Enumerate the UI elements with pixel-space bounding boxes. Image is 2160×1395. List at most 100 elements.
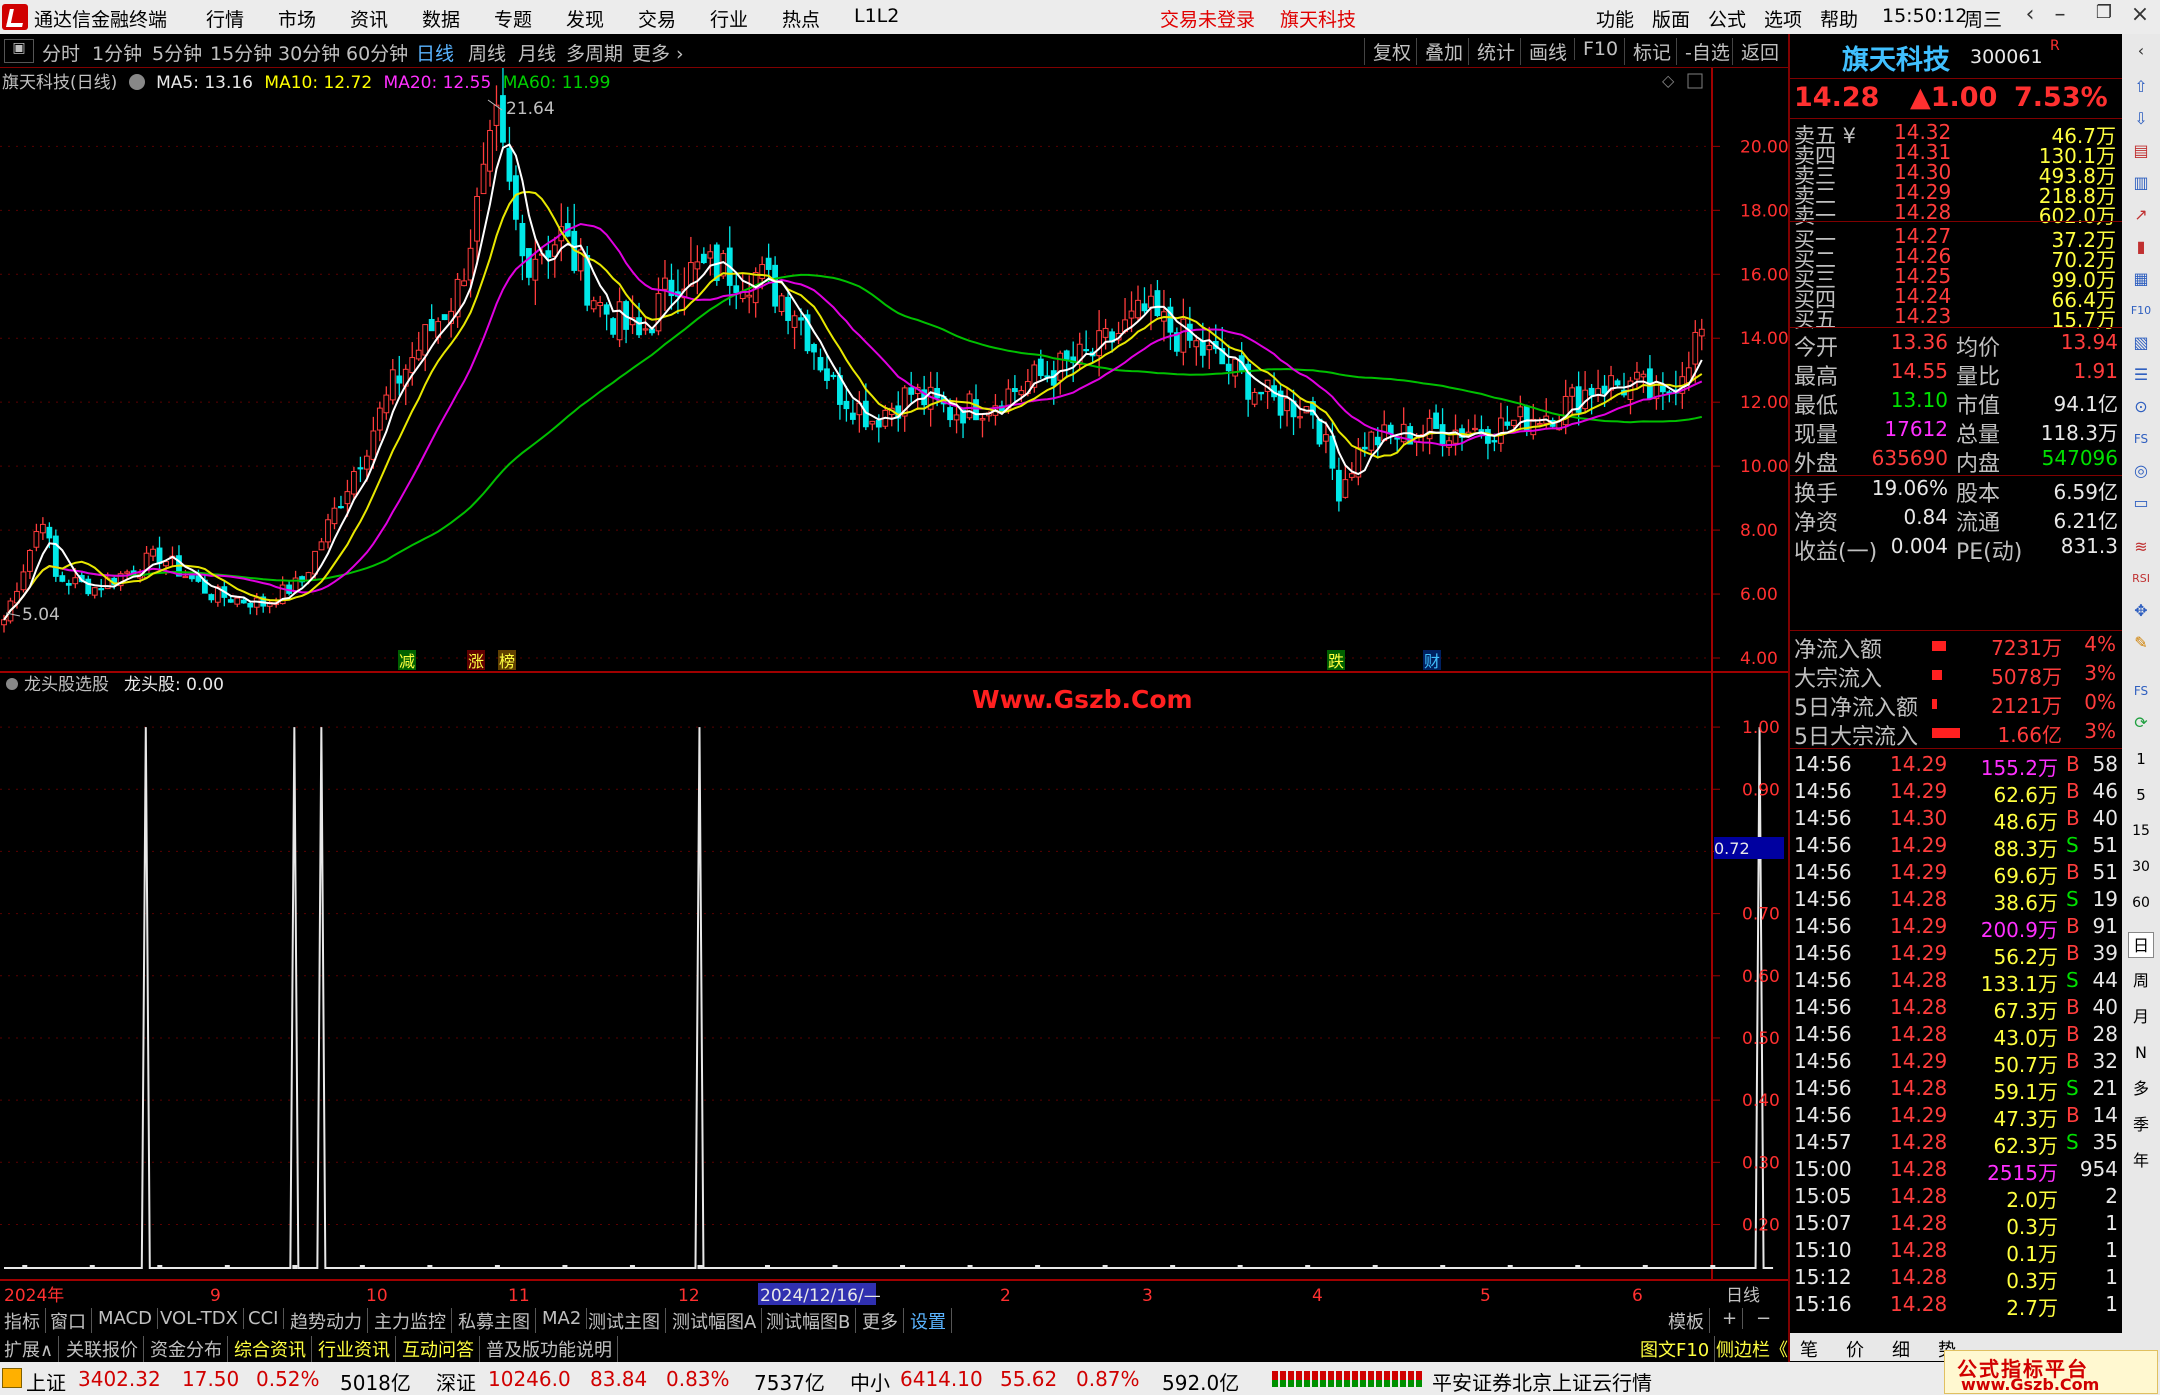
period-60m-icon[interactable]: 60 [2128, 890, 2154, 916]
minimize-icon[interactable]: – [2044, 2, 2076, 32]
tab-fund-dist[interactable]: 资金分布 [150, 1336, 228, 1362]
chart-panel-icon[interactable] [1687, 73, 1703, 89]
search-icon[interactable]: ⊙ [2128, 394, 2154, 420]
back-arrow-icon[interactable]: ‹ [2014, 2, 2046, 32]
menu-item[interactable]: 专题 [494, 5, 532, 32]
move-icon[interactable]: ✥ [2128, 598, 2154, 624]
side-tab-detail[interactable]: 细 [1892, 1336, 1910, 1362]
adjust-button[interactable]: 复权 [1364, 38, 1419, 65]
index-name[interactable]: 上证 [26, 1367, 66, 1395]
return-button[interactable]: 返回 [1732, 38, 1787, 65]
tab-indicator[interactable]: 指标 [4, 1308, 46, 1334]
chart-expand-icon[interactable]: ◇ [1662, 71, 1675, 90]
remove-watchlist-button[interactable]: -自选 [1676, 38, 1738, 65]
period-n-icon[interactable]: N [2128, 1040, 2154, 1066]
tab-test-b[interactable]: 测试幅图B [766, 1308, 857, 1334]
event-marker[interactable]: 跌 [1328, 652, 1344, 671]
period-tab-more[interactable]: 更多 › [632, 39, 684, 66]
kline-icon[interactable]: ▥ [2128, 170, 2154, 196]
period-tab[interactable]: 30分钟 [278, 39, 340, 66]
refresh-icon[interactable]: ⟳ [2128, 710, 2154, 736]
period-season-icon[interactable]: 季 [2128, 1112, 2154, 1138]
indicator-settings-icon[interactable] [6, 678, 18, 690]
period-1m-icon[interactable]: 1 [2128, 746, 2154, 772]
menu-item-layout[interactable]: 版面 [1652, 5, 1690, 32]
period-tab[interactable]: 5分钟 [152, 39, 202, 66]
fs2-icon[interactable]: FS [2128, 678, 2154, 704]
grid-icon[interactable]: ▧ [2128, 330, 2154, 356]
period-year-icon[interactable]: 年 [2128, 1148, 2154, 1174]
menu-item[interactable]: L1L2 [854, 5, 899, 27]
chart-canvas[interactable]: 21.64 5.04 减 涨 榜 跌 财 ◇ 20.00 18.00 16.00 14… [0, 68, 1788, 1305]
overlay-button[interactable]: 叠加 [1416, 38, 1471, 65]
panel-toggle-icon[interactable]: ▣ [4, 39, 34, 63]
event-marker[interactable]: 涨 [468, 652, 484, 671]
up-arrow-icon[interactable]: ⇧ [2128, 74, 2154, 100]
tab-more[interactable]: 更多 [862, 1308, 904, 1334]
event-markers[interactable]: 减 涨 榜 跌 财 [398, 650, 1441, 671]
remove-pane-button[interactable]: − [1756, 1308, 1776, 1329]
menu-item[interactable]: 行情 [206, 5, 244, 32]
tab-ma2[interactable]: MA2 [542, 1308, 588, 1329]
period-day-icon[interactable]: 日 [2128, 932, 2154, 958]
f10-button[interactable]: F10 [1574, 38, 1626, 60]
server-name[interactable]: 平安证券北京上证云行情 [1432, 1367, 1652, 1395]
menu-item-options[interactable]: 选项 [1764, 5, 1802, 32]
macd-icon[interactable]: ≋ [2128, 534, 2154, 560]
tab-window[interactable]: 窗口 [50, 1308, 92, 1334]
menu-item[interactable]: 交易 [638, 5, 676, 32]
period-month-icon[interactable]: 月 [2128, 1004, 2154, 1030]
login-status[interactable]: 交易未登录 [1160, 5, 1255, 32]
menu-item-function[interactable]: 功能 [1596, 5, 1634, 32]
close-icon[interactable]: × [2124, 2, 2156, 32]
target-icon[interactable]: ◎ [2128, 458, 2154, 484]
down-arrow-icon[interactable]: ⇩ [2128, 106, 2154, 132]
collapse-icon[interactable]: ‹ [2128, 38, 2154, 64]
menu-item[interactable]: 数据 [422, 5, 460, 32]
period-tab-daily[interactable]: 日线 [416, 39, 454, 66]
f10-icon[interactable]: F10 [2128, 298, 2154, 324]
period-week-icon[interactable]: 周 [2128, 968, 2154, 994]
tab-settings[interactable]: 设置 [910, 1308, 952, 1334]
rsi-icon[interactable]: RSI [2128, 566, 2154, 592]
period-tab[interactable]: 15分钟 [210, 39, 272, 66]
stats-button[interactable]: 统计 [1468, 38, 1523, 65]
event-marker[interactable]: 榜 [499, 652, 515, 671]
info-icon[interactable]: ▦ [2128, 266, 2154, 292]
menu-item[interactable]: 发现 [566, 5, 604, 32]
side-tab-price[interactable]: 价 [1846, 1336, 1864, 1362]
list-icon[interactable]: ☰ [2128, 362, 2154, 388]
intraday-icon[interactable]: ▤ [2128, 138, 2154, 164]
tab-vol[interactable]: VOL-TDX [160, 1308, 244, 1329]
menu-item[interactable]: 行业 [710, 5, 748, 32]
f10-graphic-button[interactable]: 图文F10 [1640, 1336, 1716, 1362]
event-marker[interactable]: 财 [1424, 652, 1440, 671]
period-tab[interactable]: 60分钟 [346, 39, 408, 66]
tab-macd[interactable]: MACD [98, 1308, 158, 1329]
tab-test-main[interactable]: 测试主图 [588, 1308, 666, 1334]
menu-item[interactable]: 资讯 [350, 5, 388, 32]
tab-news[interactable]: 综合资讯 [234, 1336, 312, 1362]
tab-private[interactable]: 私募主图 [458, 1308, 536, 1334]
trend-icon[interactable]: ↗ [2128, 202, 2154, 228]
candle-icon[interactable]: ▮ [2128, 234, 2154, 260]
chart-icon[interactable]: ▭ [2128, 490, 2154, 516]
restore-icon[interactable]: ❐ [2088, 2, 2120, 32]
sidebar-toggle-button[interactable]: 侧边栏《 [1716, 1336, 1793, 1362]
period-tab[interactable]: 1分钟 [92, 39, 142, 66]
period-15m-icon[interactable]: 15 [2128, 818, 2154, 844]
tab-test-a[interactable]: 测试幅图A [672, 1308, 763, 1334]
template-button[interactable]: 模板 [1668, 1308, 1710, 1334]
status-menu-icon[interactable] [2, 1368, 22, 1388]
period-30m-icon[interactable]: 30 [2128, 854, 2154, 880]
period-tab[interactable]: 月线 [518, 39, 556, 66]
tab-industry-news[interactable]: 行业资讯 [318, 1336, 396, 1362]
menu-item[interactable]: 市场 [278, 5, 316, 32]
index-name[interactable]: 深证 [436, 1367, 476, 1395]
add-pane-button[interactable]: + [1722, 1308, 1744, 1329]
menu-item-help[interactable]: 帮助 [1820, 5, 1858, 32]
event-marker[interactable]: 减 [399, 652, 415, 671]
tab-feature-info[interactable]: 普及版功能说明 [486, 1336, 618, 1362]
fs-icon[interactable]: FS [2128, 426, 2154, 452]
side-tab-bi[interactable]: 笔 [1800, 1336, 1818, 1362]
